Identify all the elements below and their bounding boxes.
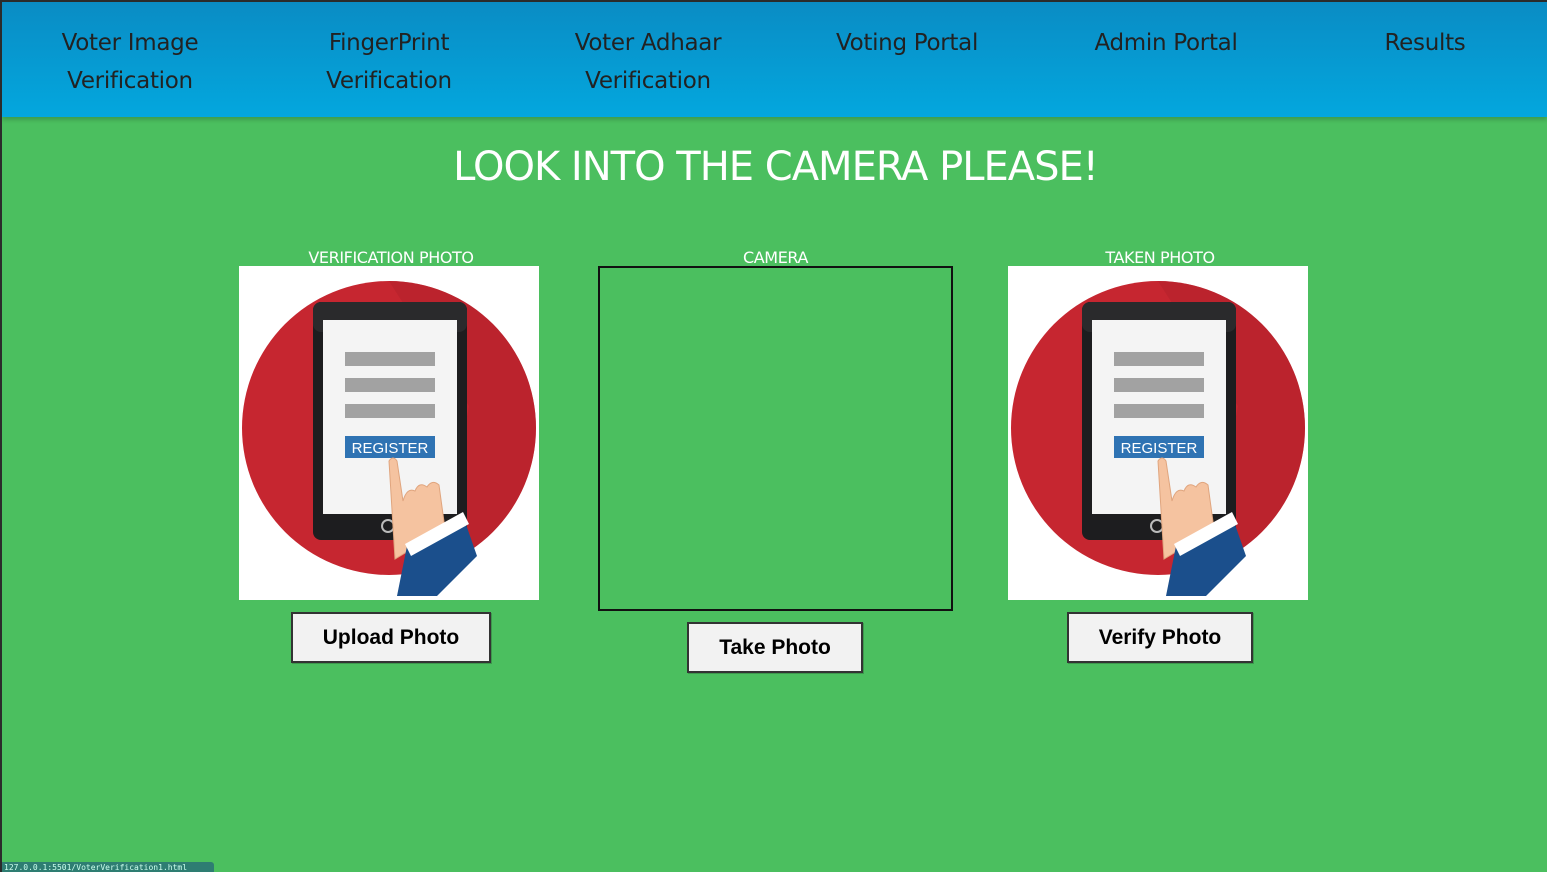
nav-label: Admin Portal: [1094, 30, 1238, 56]
page-heading: LOOK INTO THE CAMERA PLEASE!: [453, 144, 1099, 190]
nav-label: Voter Adhaar Verification: [574, 30, 722, 94]
top-navbar: Voter Image Verification FingerPrint Ver…: [2, 2, 1547, 117]
nav-fingerprint-verification[interactable]: FingerPrint Verification: [269, 24, 509, 100]
verification-photo-label: VERIFICATION PHOTO: [308, 248, 474, 267]
nav-voting-portal[interactable]: Voting Portal: [787, 24, 1027, 62]
nav-voter-image-verification[interactable]: Voter Image Verification: [10, 24, 250, 100]
nav-admin-portal[interactable]: Admin Portal: [1046, 24, 1286, 62]
nav-results[interactable]: Results: [1305, 24, 1545, 62]
taken-photo: REGISTER: [1008, 266, 1308, 600]
camera-label: CAMERA: [742, 248, 809, 267]
verify-photo-button[interactable]: Verify Photo: [1067, 612, 1253, 663]
app-window: Voter Image Verification FingerPrint Ver…: [0, 0, 1547, 872]
register-tablet-illustration: REGISTER: [1011, 281, 1305, 596]
status-bar-url: 127.0.0.1:5501/VoterVerification1.html: [2, 862, 214, 872]
nav-label: Voter Image Verification: [61, 30, 199, 94]
nav-label: Voting Portal: [835, 30, 979, 56]
camera-feed: [598, 266, 953, 611]
register-text: REGISTER: [352, 440, 429, 457]
taken-photo-label: TAKEN PHOTO: [1105, 248, 1215, 267]
upload-photo-button[interactable]: Upload Photo: [291, 612, 491, 663]
nav-label: FingerPrint Verification: [326, 30, 452, 94]
nav-voter-adhaar-verification[interactable]: Voter Adhaar Verification: [528, 24, 768, 100]
verification-photo: REGISTER: [239, 266, 539, 600]
take-photo-button[interactable]: Take Photo: [687, 622, 863, 673]
register-tablet-illustration: REGISTER: [242, 281, 536, 596]
register-text: REGISTER: [1121, 440, 1198, 457]
nav-label: Results: [1384, 30, 1466, 56]
